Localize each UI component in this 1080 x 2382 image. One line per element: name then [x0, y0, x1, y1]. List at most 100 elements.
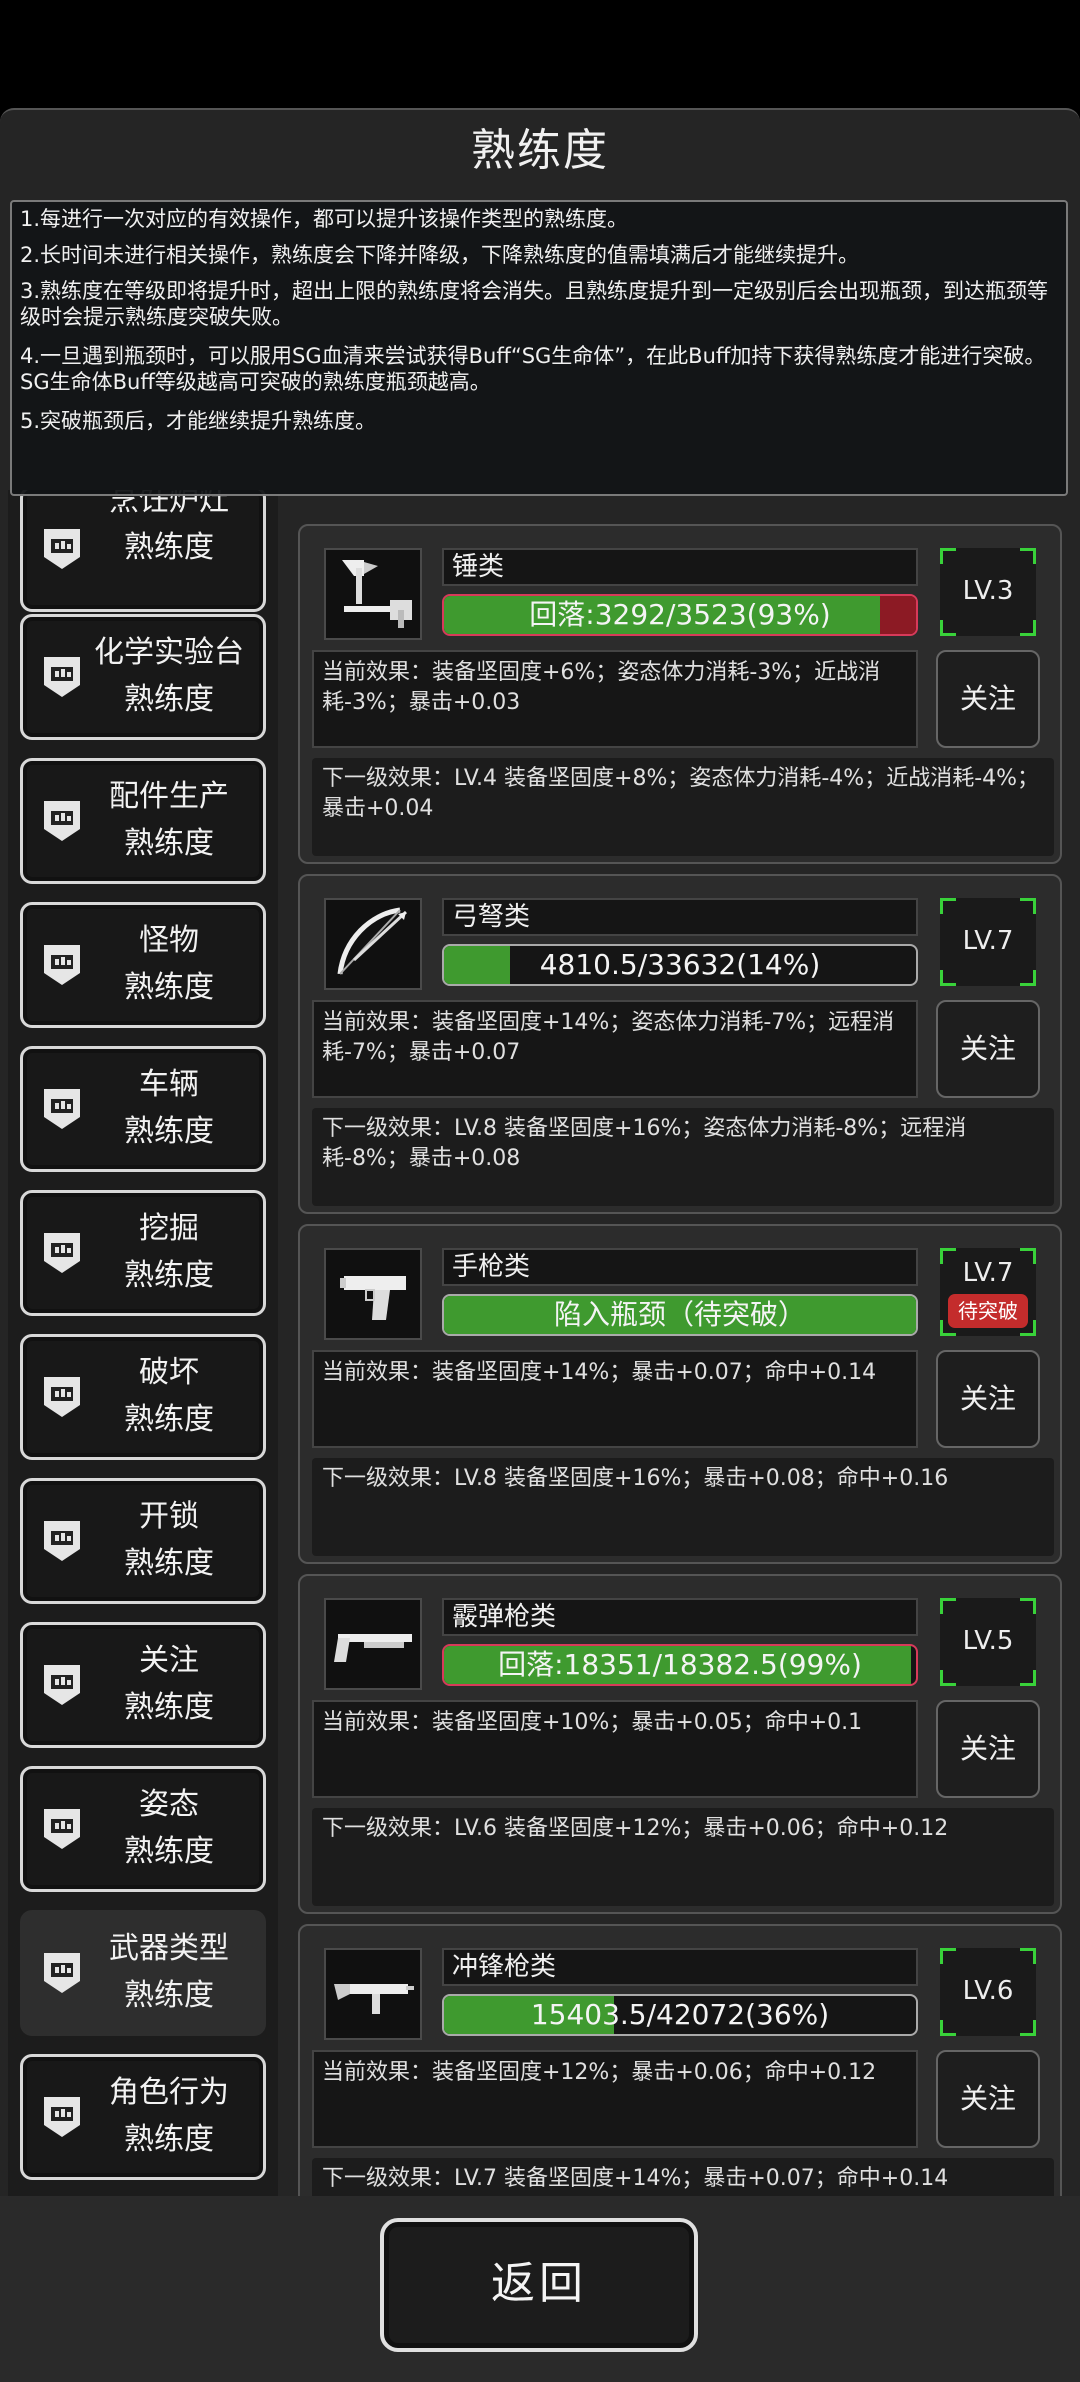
- level-text: LV.6: [962, 1976, 1014, 2006]
- sidebar-item-sub: 熟练度: [124, 970, 214, 1005]
- sidebar-item-label: 车辆: [139, 1067, 199, 1102]
- next-level-effect: 下一级效果：LV.6 装备坚固度+12%；暴击+0.06；命中+0.12: [312, 1808, 1054, 1906]
- sidebar-item-label: 化学实验台: [94, 635, 244, 670]
- sidebar-item-label: 破坏: [139, 1355, 199, 1390]
- progress-text: 4810.5/33632(14%): [539, 948, 821, 981]
- current-effect: 当前效果：装备坚固度+14%；姿态体力消耗-7%；远程消耗-7%；暴击+0.07: [312, 1000, 918, 1098]
- weapon-type-name: 锤类: [442, 548, 918, 586]
- sidebar-item-cooking[interactable]: 烹饪炉灶 熟练度: [20, 490, 266, 612]
- progress-text: 陷入瓶颈（待突破）: [553, 1298, 806, 1331]
- sidebar-item-sub: 熟练度: [124, 530, 214, 565]
- badge-icon: [44, 945, 80, 985]
- badge-icon: [44, 1665, 80, 1705]
- sidebar-item-weapon-type[interactable]: 武器类型 熟练度: [20, 1910, 266, 2036]
- sidebar-item-label: 姿态: [139, 1787, 199, 1822]
- weapon-type-name: 手枪类: [442, 1248, 918, 1286]
- info-line: 3.熟练度在等级即将提升时，超出上限的熟练度将会消失。且熟练度提升到一定级别后会…: [20, 279, 1049, 329]
- info-line: 1.每进行一次对应的有效操作，都可以提升该操作类型的熟练度。: [20, 207, 629, 231]
- sidebar-item-label: 关注: [139, 1643, 199, 1678]
- next-level-effect: 下一级效果：LV.4 装备坚固度+8%；姿态体力消耗-4%；近战消耗-4%；暴击…: [312, 758, 1054, 856]
- level-text: LV.3: [962, 576, 1014, 606]
- weapon-proficiency-list[interactable]: 锤类 回落:3292/3523(93%) LV.3 当前效果：装备坚固度+6%；…: [290, 500, 1072, 2198]
- sidebar-item-label: 角色行为: [109, 2075, 229, 2110]
- sidebar-item-lockpick[interactable]: 开锁 熟练度: [20, 1478, 266, 1604]
- sidebar-item-label: 开锁: [139, 1499, 199, 1534]
- weapon-type-name: 弓弩类: [442, 898, 918, 936]
- current-effect: 当前效果：装备坚固度+10%；暴击+0.05；命中+0.1: [312, 1700, 918, 1798]
- weapon-type-name: 霰弹枪类: [442, 1598, 918, 1636]
- proficiency-card: 锤类 回落:3292/3523(93%) LV.3 当前效果：装备坚固度+6%；…: [298, 524, 1062, 864]
- badge-icon: [44, 1377, 80, 1417]
- sidebar-item-sub: 熟练度: [124, 1978, 214, 2013]
- proficiency-progress-bar: 回落:3292/3523(93%): [442, 594, 918, 636]
- sidebar-item-parts[interactable]: 配件生产 熟练度: [20, 758, 266, 884]
- sidebar-item-vehicle[interactable]: 车辆 熟练度: [20, 1046, 266, 1172]
- sidebar-item-character-action[interactable]: 角色行为 熟练度: [20, 2054, 266, 2180]
- weapon-icon-box: [324, 898, 422, 990]
- proficiency-progress-bar: 回落:18351/18382.5(99%): [442, 1644, 918, 1686]
- follow-button[interactable]: 关注: [936, 1700, 1040, 1798]
- level-indicator: LV.5: [940, 1598, 1036, 1686]
- badge-icon: [44, 1953, 80, 1993]
- badge-icon: [44, 1089, 80, 1129]
- proficiency-progress-bar: 15403.5/42072(36%): [442, 1994, 918, 2036]
- sidebar-item-sub: 熟练度: [124, 826, 214, 861]
- progress-text: 回落:18351/18382.5(99%): [498, 1648, 862, 1681]
- sidebar-item-chem-lab[interactable]: 化学实验台 熟练度: [20, 614, 266, 740]
- badge-icon: [44, 1233, 80, 1273]
- follow-button[interactable]: 关注: [936, 1000, 1040, 1098]
- sidebar-item-sub: 熟练度: [124, 2122, 214, 2157]
- sidebar-item-label: 武器类型: [109, 1931, 229, 1966]
- proficiency-progress-bar: 陷入瓶颈（待突破）: [442, 1294, 918, 1336]
- proficiency-card: 冲锋枪类 15403.5/42072(36%) LV.6 当前效果：装备坚固度+…: [298, 1924, 1062, 2198]
- level-text: LV.5: [962, 1626, 1014, 1656]
- sidebar-item-sub: 熟练度: [124, 1834, 214, 1869]
- follow-button[interactable]: 关注: [936, 1350, 1040, 1448]
- current-effect: 当前效果：装备坚固度+12%；暴击+0.06；命中+0.12: [312, 2050, 918, 2148]
- proficiency-info-panel: 1.每进行一次对应的有效操作，都可以提升该操作类型的熟练度。 2.长时间未进行相…: [10, 200, 1068, 496]
- next-level-effect: 下一级效果：LV.7 装备坚固度+14%；暴击+0.07；命中+0.14: [312, 2158, 1054, 2198]
- level-text: LV.7: [962, 1258, 1014, 1288]
- back-button[interactable]: 返回: [380, 2218, 698, 2352]
- progress-text: 15403.5/42072(36%): [530, 1998, 830, 2031]
- sidebar-item-sub: 熟练度: [124, 1546, 214, 1581]
- pending-breakthrough-badge: 待突破: [948, 1294, 1028, 1328]
- weapon-type-name: 冲锋枪类: [442, 1948, 918, 1986]
- sidebar-item-label: 配件生产: [109, 779, 229, 814]
- badge-icon: [44, 2097, 80, 2137]
- shotgun-icon: [334, 1634, 412, 1662]
- page-title: 熟练度: [471, 125, 609, 176]
- level-text: LV.7: [962, 926, 1014, 956]
- level-indicator: LV.7 待突破: [940, 1248, 1036, 1336]
- badge-icon: [44, 657, 80, 697]
- next-level-effect: 下一级效果：LV.8 装备坚固度+16%；姿态体力消耗-8%；远程消耗-8%；暴…: [312, 1108, 1054, 1206]
- level-indicator: LV.3: [940, 548, 1036, 636]
- sidebar-item-sub: 熟练度: [124, 1258, 214, 1293]
- follow-button[interactable]: 关注: [936, 2050, 1040, 2148]
- sidebar-item-stance[interactable]: 姿态 熟练度: [20, 1766, 266, 1892]
- sidebar-item-sub: 熟练度: [124, 1690, 214, 1725]
- current-effect: 当前效果：装备坚固度+14%；暴击+0.07；命中+0.14: [312, 1350, 918, 1448]
- sidebar-item-digging[interactable]: 挖掘 熟练度: [20, 1190, 266, 1316]
- level-indicator: LV.6: [940, 1948, 1036, 2036]
- sidebar-item-sub: 熟练度: [124, 1402, 214, 1437]
- progress-text: 回落:3292/3523(93%): [529, 598, 831, 631]
- current-effect: 当前效果：装备坚固度+6%；姿态体力消耗-3%；近战消耗-3%；暴击+0.03: [312, 650, 918, 748]
- sidebar-item-monster[interactable]: 怪物 熟练度: [20, 902, 266, 1028]
- badge-icon: [44, 529, 80, 569]
- weapon-icon-box: [324, 1248, 422, 1340]
- hammer-axe-icon: [342, 560, 412, 628]
- sidebar-item-sub: 熟练度: [124, 1114, 214, 1149]
- weapon-icon-box: [324, 548, 422, 640]
- category-sidebar[interactable]: 烹饪炉灶 熟练度 化学实验台 熟练度 配件生产 熟练度 怪物 熟练度 车辆 熟练度 挖掘熟…: [8, 490, 278, 2198]
- info-line: 2.长时间未进行相关操作，熟练度会下降并降级，下降熟练度的值需填满后才能继续提升…: [20, 243, 860, 267]
- badge-icon: [44, 1809, 80, 1849]
- badge-icon: [44, 1521, 80, 1561]
- follow-button[interactable]: 关注: [936, 650, 1040, 748]
- sidebar-item-follow[interactable]: 关注 熟练度: [20, 1622, 266, 1748]
- weapon-icon-box: [324, 1598, 422, 1690]
- proficiency-card: 霰弹枪类 回落:18351/18382.5(99%) LV.5 当前效果：装备坚…: [298, 1574, 1062, 1914]
- info-line: 4.一旦遇到瓶颈时，可以服用SG血清来尝试获得Buff“SG生命体”，在此Buf…: [20, 344, 1046, 394]
- sidebar-item-label: 怪物: [139, 923, 199, 958]
- sidebar-item-destroy[interactable]: 破坏 熟练度: [20, 1334, 266, 1460]
